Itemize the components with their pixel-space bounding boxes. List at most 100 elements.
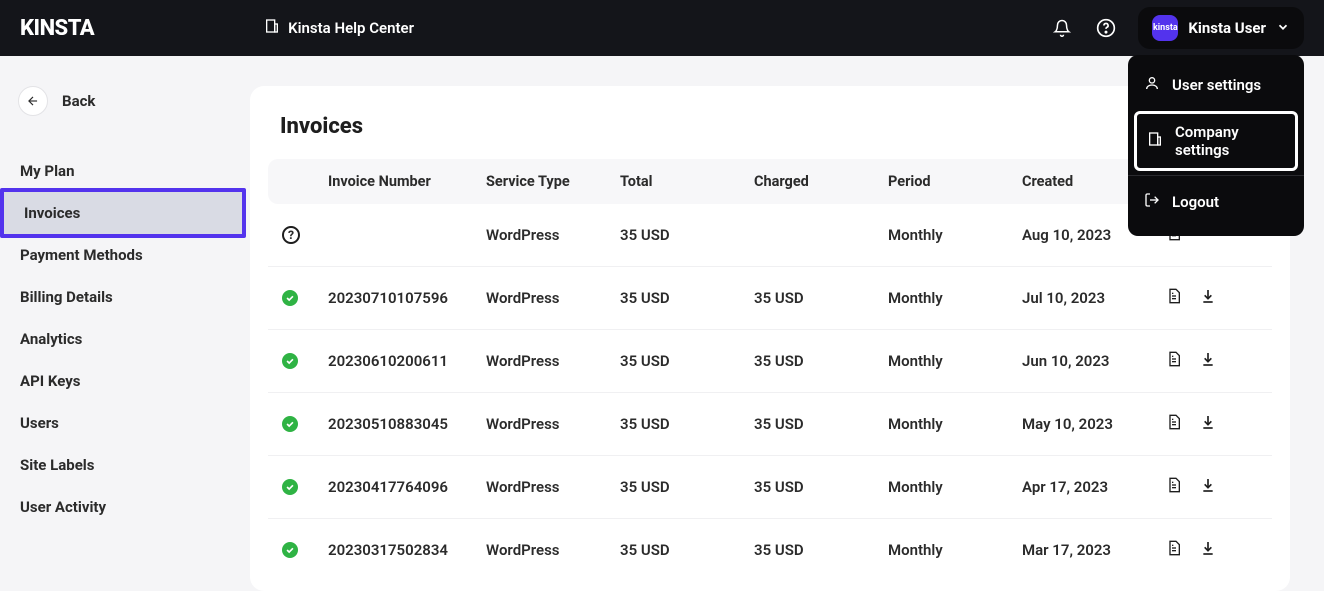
sidebar-item-users[interactable]: Users xyxy=(0,402,250,444)
table-header-row: Invoice Number Service Type Total Charge… xyxy=(268,159,1272,204)
sidebar-item-my-plan[interactable]: My Plan xyxy=(0,150,250,192)
sidebar-item-api-keys[interactable]: API Keys xyxy=(0,360,250,402)
back-label: Back xyxy=(62,92,95,110)
total-cell: 35 USD xyxy=(620,415,754,433)
period-cell: Monthly xyxy=(888,415,1022,433)
created-cell: Apr 17, 2023 xyxy=(1022,478,1166,496)
sidebar: Back My PlanInvoicesPayment MethodsBilli… xyxy=(0,56,250,573)
notifications-icon[interactable] xyxy=(1050,16,1074,40)
view-invoice-icon[interactable] xyxy=(1166,350,1182,372)
sidebar-item-payment-methods[interactable]: Payment Methods xyxy=(0,234,250,276)
download-invoice-icon[interactable] xyxy=(1200,288,1216,308)
actions-cell xyxy=(1166,539,1258,561)
table-row: 20230710107596WordPress35 USD35 USDMonth… xyxy=(268,267,1272,330)
actions-cell xyxy=(1166,350,1258,372)
total-cell: 35 USD xyxy=(620,289,754,307)
logo[interactable]: KINSTA xyxy=(20,16,94,41)
dropdown-user-settings-label: User settings xyxy=(1172,76,1261,94)
table-body: ?WordPress35 USDMonthlyAug 10, 202320230… xyxy=(250,204,1290,581)
charged-cell: 35 USD xyxy=(754,478,888,496)
status-ok-icon xyxy=(282,416,298,432)
status-ok-icon xyxy=(282,542,298,558)
dropdown-logout[interactable]: Logout xyxy=(1128,180,1304,224)
invoice-cell: 20230510883045 xyxy=(328,415,486,433)
col-status-header xyxy=(282,173,328,190)
total-cell: 35 USD xyxy=(620,352,754,370)
topbar-right: kinsta Kinsta User User settings Company… xyxy=(1050,7,1304,49)
created-cell: Jul 10, 2023 xyxy=(1022,289,1166,307)
charged-cell: 35 USD xyxy=(754,352,888,370)
table-row: 20230610200611WordPress35 USD35 USDMonth… xyxy=(268,330,1272,393)
table-row: 20230417764096WordPress35 USD35 USDMonth… xyxy=(268,456,1272,519)
help-center-label: Kinsta Help Center xyxy=(288,19,414,37)
user-menu-trigger[interactable]: kinsta Kinsta User User settings Company… xyxy=(1138,7,1304,49)
invoice-cell: 20230610200611 xyxy=(328,352,486,370)
status-cell xyxy=(282,479,328,495)
col-invoice-header: Invoice Number xyxy=(328,173,486,190)
service-cell: WordPress xyxy=(486,289,620,307)
invoice-cell: 20230710107596 xyxy=(328,289,486,307)
period-cell: Monthly xyxy=(888,541,1022,559)
period-cell: Monthly xyxy=(888,478,1022,496)
dropdown-user-settings[interactable]: User settings xyxy=(1128,63,1304,107)
charged-cell: 35 USD xyxy=(754,289,888,307)
avatar: kinsta xyxy=(1152,15,1178,41)
download-invoice-icon[interactable] xyxy=(1200,477,1216,497)
back-button[interactable]: Back xyxy=(0,86,250,116)
status-cell xyxy=(282,416,328,432)
main: Back My PlanInvoicesPayment MethodsBilli… xyxy=(0,56,1324,573)
created-cell: Jun 10, 2023 xyxy=(1022,352,1166,370)
download-invoice-icon[interactable] xyxy=(1200,540,1216,560)
actions-cell xyxy=(1166,413,1258,435)
period-cell: Monthly xyxy=(888,352,1022,370)
total-cell: 35 USD xyxy=(620,478,754,496)
arrow-left-icon xyxy=(18,86,48,116)
help-center-link[interactable]: Kinsta Help Center xyxy=(264,18,414,38)
status-ok-icon xyxy=(282,290,298,306)
service-cell: WordPress xyxy=(486,352,620,370)
status-ok-icon xyxy=(282,353,298,369)
service-cell: WordPress xyxy=(486,478,620,496)
created-cell: Mar 17, 2023 xyxy=(1022,541,1166,559)
building-icon xyxy=(1147,131,1163,151)
col-charged-header: Charged xyxy=(754,173,888,190)
logout-icon xyxy=(1144,192,1160,212)
status-cell xyxy=(282,290,328,306)
download-invoice-icon[interactable] xyxy=(1200,414,1216,434)
invoice-cell: 20230317502834 xyxy=(328,541,486,559)
status-cell: ? xyxy=(282,226,328,244)
charged-cell: 35 USD xyxy=(754,415,888,433)
nav: My PlanInvoicesPayment MethodsBilling De… xyxy=(0,150,250,528)
sidebar-item-user-activity[interactable]: User Activity xyxy=(0,486,250,528)
total-cell: 35 USD xyxy=(620,226,754,244)
service-cell: WordPress xyxy=(486,415,620,433)
view-invoice-icon[interactable] xyxy=(1166,476,1182,498)
status-ok-icon xyxy=(282,479,298,495)
topbar: KINSTA Kinsta Help Center kinsta Kinsta … xyxy=(0,0,1324,56)
status-cell xyxy=(282,353,328,369)
created-cell: May 10, 2023 xyxy=(1022,415,1166,433)
col-total-header: Total xyxy=(620,173,754,190)
actions-cell xyxy=(1166,287,1258,309)
service-cell: WordPress xyxy=(486,226,620,244)
dropdown-logout-label: Logout xyxy=(1172,193,1219,211)
chevron-down-icon xyxy=(1276,19,1290,38)
user-name: Kinsta User xyxy=(1188,19,1266,37)
sidebar-item-invoices[interactable]: Invoices xyxy=(0,188,246,238)
dropdown-company-settings[interactable]: Company settings xyxy=(1134,111,1298,171)
building-icon xyxy=(264,18,280,38)
sidebar-item-analytics[interactable]: Analytics xyxy=(0,318,250,360)
download-invoice-icon[interactable] xyxy=(1200,351,1216,371)
view-invoice-icon[interactable] xyxy=(1166,539,1182,561)
col-period-header: Period xyxy=(888,173,1022,190)
sidebar-item-billing-details[interactable]: Billing Details xyxy=(0,276,250,318)
service-cell: WordPress xyxy=(486,541,620,559)
view-invoice-icon[interactable] xyxy=(1166,287,1182,309)
actions-cell xyxy=(1166,476,1258,498)
sidebar-item-site-labels[interactable]: Site Labels xyxy=(0,444,250,486)
dropdown-separator xyxy=(1128,175,1304,176)
view-invoice-icon[interactable] xyxy=(1166,413,1182,435)
help-icon[interactable] xyxy=(1094,16,1118,40)
period-cell: Monthly xyxy=(888,289,1022,307)
invoice-cell: 20230417764096 xyxy=(328,478,486,496)
